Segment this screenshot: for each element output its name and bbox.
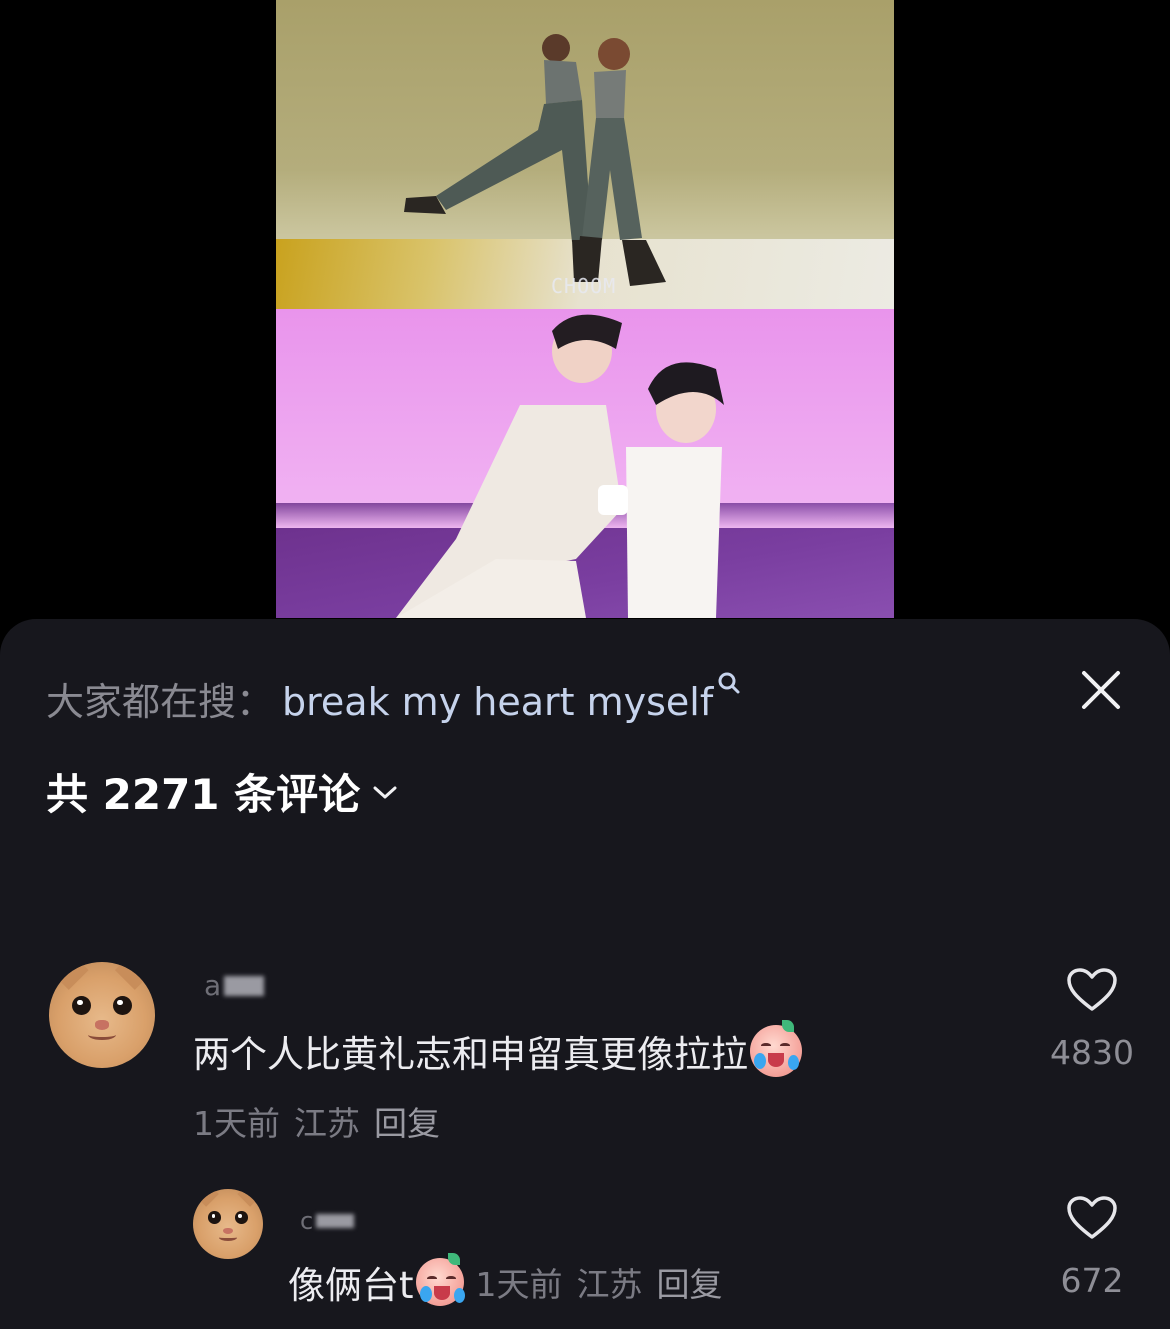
comment-count-label: 共 2271 条评论	[46, 770, 361, 819]
like-count: 672	[1060, 1261, 1124, 1300]
avatar[interactable]	[193, 1189, 263, 1259]
comment-location: 江苏	[576, 1265, 643, 1304]
video-watermark: CHOOM	[551, 274, 617, 298]
dancers-male-figure	[396, 314, 724, 618]
video-frame-top	[276, 0, 894, 309]
crying-face-emoji-icon	[415, 1253, 465, 1306]
video-frame-bottom	[276, 309, 894, 618]
chevron-down-icon	[373, 786, 397, 798]
comment-text: 像俩台t 1天前 江苏 回复	[288, 1253, 723, 1309]
comment-username[interactable]: a	[204, 969, 265, 1002]
crying-face-emoji-icon	[750, 1020, 802, 1077]
comment-count-toggle[interactable]: 共 2271 条评论	[46, 761, 398, 822]
comment-location: 江苏	[294, 1104, 360, 1143]
dancers-female-figure	[404, 34, 666, 286]
comment-time: 1天前	[475, 1265, 563, 1304]
comment-meta: 1天前 江苏 回复	[193, 1097, 440, 1145]
comment-meta: 1天前 江苏 回复	[476, 1258, 723, 1306]
trending-search-row[interactable]: 大家都在搜： break my heart myself	[46, 671, 741, 724]
trending-search-term[interactable]: break my heart myself	[282, 680, 713, 724]
video-player[interactable]: CHOOM	[276, 0, 894, 618]
comment-text: 两个人比黄礼志和申留真更像拉拉	[193, 1020, 802, 1078]
like-count: 4830	[1050, 1033, 1134, 1072]
heart-icon[interactable]	[1066, 1195, 1118, 1241]
avatar[interactable]	[49, 962, 155, 1068]
trending-search-prefix: 大家都在搜：	[46, 680, 275, 724]
close-icon[interactable]	[1078, 667, 1124, 713]
screen: CHOOM 大家都在搜： break my heart myself 共 227…	[0, 0, 1170, 1329]
comment-time: 1天前	[193, 1104, 280, 1143]
reply-button[interactable]: 回复	[657, 1258, 723, 1306]
comments-sheet: 大家都在搜： break my heart myself 共 2271 条评论	[0, 619, 1170, 1329]
search-icon	[718, 672, 740, 694]
heart-icon[interactable]	[1066, 967, 1118, 1013]
reply-button[interactable]: 回复	[374, 1097, 440, 1145]
comment-username[interactable]: c	[300, 1207, 355, 1235]
